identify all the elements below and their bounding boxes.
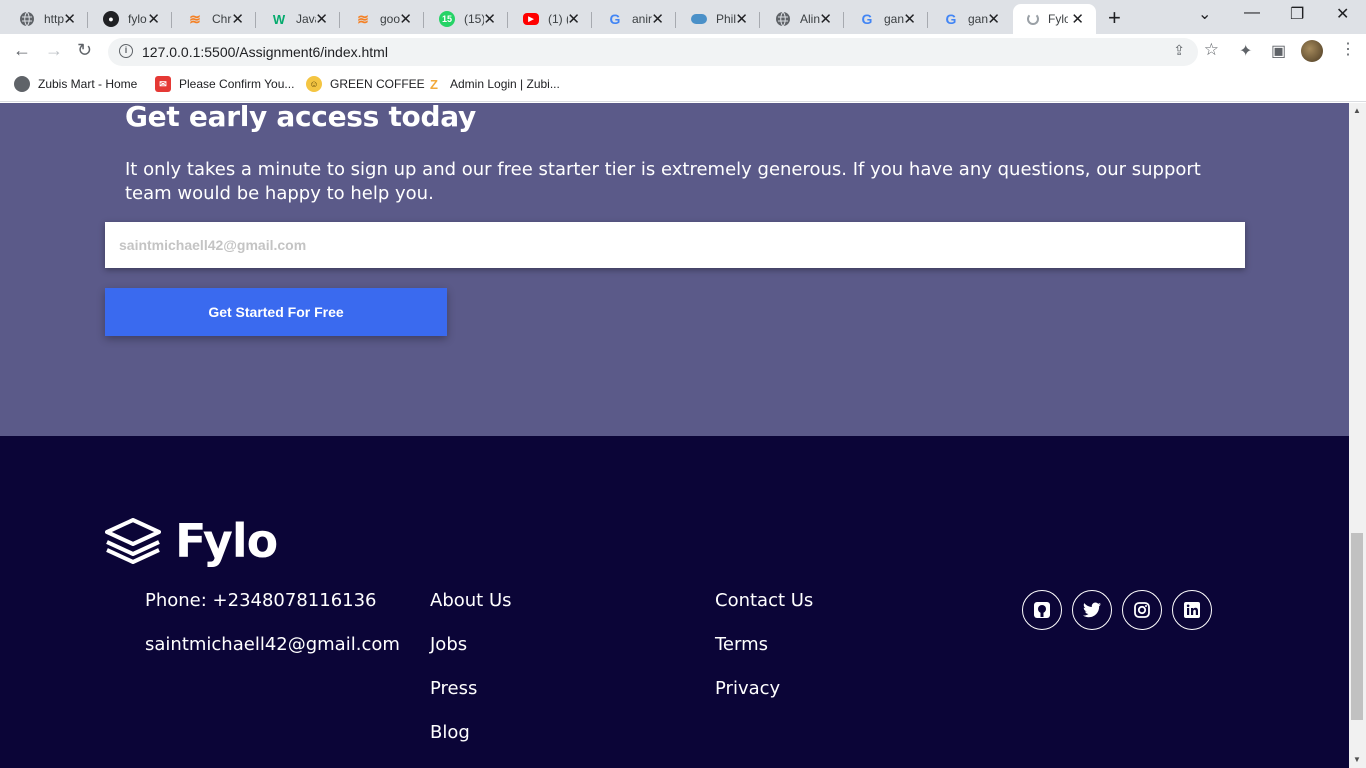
section-heading: Get early access today [125, 103, 476, 133]
url-text: 127.0.0.1:5500/Assignment6/index.html [142, 44, 388, 60]
google-icon: G [945, 11, 957, 27]
tab-strip: http✕ ● fylo✕ ≋ Chr✕ W Java✕ ≋ goo✕ 15 (… [0, 0, 1366, 34]
browser-tab[interactable]: Alin ✕ [761, 4, 844, 34]
google-icon: G [861, 11, 873, 27]
globe-icon [19, 11, 35, 27]
browser-tab-active[interactable]: Fylo ✕ [1013, 4, 1096, 34]
stackoverflow-icon: ≋ [189, 10, 201, 27]
close-tab-icon[interactable]: ✕ [735, 10, 748, 28]
close-tab-icon[interactable]: ✕ [399, 10, 412, 28]
fylo-logo-icon [105, 518, 161, 564]
close-tab-icon[interactable]: ✕ [231, 10, 244, 28]
restore-icon[interactable]: ❐ [1290, 4, 1304, 24]
footer-link-contact[interactable]: Contact Us [715, 590, 813, 611]
instagram-icon[interactable] [1122, 590, 1162, 630]
close-tab-icon[interactable]: ✕ [651, 10, 664, 28]
get-started-button[interactable]: Get Started For Free [105, 288, 447, 336]
brand-name: Fylo [175, 514, 278, 568]
fylo-logo[interactable]: Fylo [105, 514, 278, 568]
back-icon[interactable]: ← [13, 40, 31, 61]
footer-link-blog[interactable]: Blog [430, 722, 470, 743]
scrollbar-thumb[interactable] [1351, 533, 1363, 720]
footer-link-terms[interactable]: Terms [715, 634, 768, 655]
browser-tab[interactable]: ≋ goo ✕ [341, 4, 424, 34]
browser-menu-icon[interactable]: ⋮ [1340, 39, 1356, 59]
browser-tab[interactable]: G anir ✕ [593, 4, 676, 34]
close-tab-icon[interactable]: ✕ [987, 10, 1000, 28]
side-panel-icon[interactable]: ▣ [1271, 41, 1286, 61]
github-icon[interactable] [1022, 590, 1062, 630]
smiley-icon: ☺ [306, 76, 322, 92]
cloud-icon [691, 14, 707, 24]
close-tab-icon[interactable]: ✕ [567, 10, 580, 28]
browser-tab[interactable]: Phil ✕ [677, 4, 760, 34]
bookmark-item[interactable]: Z Admin Login | Zubi... [426, 76, 560, 92]
close-tab-icon[interactable]: ✕ [483, 10, 496, 28]
github-icon: ● [103, 11, 119, 27]
close-tab-icon[interactable]: ✕ [903, 10, 916, 28]
globe-icon [775, 11, 791, 27]
forward-icon[interactable]: → [45, 40, 63, 61]
close-tab-icon[interactable]: ✕ [315, 10, 328, 28]
bookmarks-bar: Zubis Mart - Home ✉ Please Confirm You..… [0, 70, 1366, 102]
close-tab-icon[interactable]: ✕ [63, 10, 76, 28]
section-description: It only takes a minute to sign up and ou… [125, 159, 1201, 204]
footer-link-about[interactable]: About Us [430, 590, 512, 611]
bookmark-item[interactable]: ✉ Please Confirm You... [155, 76, 294, 92]
browser-tab[interactable]: ● fylo ✕ [89, 4, 172, 34]
w3schools-icon: W [272, 11, 286, 27]
bookmark-star-icon[interactable]: ☆ [1204, 40, 1219, 60]
browser-toolbar: ← → ↻ i 127.0.0.1:5500/Assignment6/index… [0, 34, 1366, 70]
tab-search-icon[interactable]: ⌄ [1198, 4, 1211, 24]
extensions-icon[interactable]: ✦ [1239, 41, 1252, 61]
close-window-icon[interactable]: ✕ [1336, 4, 1349, 24]
twitter-icon[interactable] [1072, 590, 1112, 630]
close-tab-icon[interactable]: ✕ [819, 10, 832, 28]
browser-tab[interactable]: G gan ✕ [929, 4, 1012, 34]
phone-text: Phone: +2348078116136 [145, 590, 377, 611]
site-info-icon[interactable]: i [119, 44, 133, 58]
bookmark-item[interactable]: ☺ GREEN COFFEE [306, 76, 425, 92]
reload-icon[interactable]: ↻ [77, 40, 92, 61]
browser-tab[interactable]: G gan ✕ [845, 4, 928, 34]
close-tab-icon[interactable]: ✕ [147, 10, 160, 28]
browser-tab[interactable]: 15 (15) ✕ [425, 4, 508, 34]
page-viewport: Get early access today It only takes a m… [0, 103, 1349, 768]
whatsapp-icon: 15 [439, 11, 455, 27]
early-access-section: Get early access today It only takes a m… [0, 103, 1349, 436]
youtube-icon: ▶ [523, 13, 539, 25]
address-bar[interactable]: i 127.0.0.1:5500/Assignment6/index.html … [108, 38, 1219, 66]
email-input[interactable] [105, 222, 1245, 268]
page-scrollbar[interactable]: ▲ ▼ [1349, 103, 1366, 768]
site-footer: Fylo Phone: +2348078116136 saintmichaell… [0, 436, 1349, 768]
linkedin-icon[interactable] [1172, 590, 1212, 630]
loading-icon [1027, 13, 1039, 25]
bookmark-item[interactable]: Zubis Mart - Home [14, 76, 137, 92]
globe-icon [14, 76, 30, 92]
mail-icon: ✉ [155, 76, 171, 92]
share-icon[interactable]: ⇪ [1173, 42, 1185, 59]
scroll-up-icon[interactable]: ▲ [1353, 106, 1361, 115]
scroll-down-icon[interactable]: ▼ [1353, 755, 1361, 764]
email-text: saintmichaell42@gmail.com [145, 634, 400, 655]
zubis-icon: Z [430, 76, 438, 92]
browser-tab[interactable]: ▶ (1) (✕ [509, 4, 592, 34]
footer-link-jobs[interactable]: Jobs [430, 634, 467, 655]
browser-tab[interactable]: http ✕ [5, 4, 88, 34]
close-tab-icon[interactable]: ✕ [1071, 10, 1084, 28]
stackoverflow-icon: ≋ [357, 10, 369, 27]
footer-link-press[interactable]: Press [430, 678, 477, 699]
profile-avatar[interactable] [1301, 40, 1323, 62]
browser-tab[interactable]: ≋ Chr ✕ [173, 4, 256, 34]
google-icon: G [609, 11, 621, 27]
new-tab-icon[interactable]: + [1108, 5, 1121, 31]
minimize-icon[interactable]: — [1244, 4, 1260, 22]
browser-tab[interactable]: W Java✕ [257, 4, 340, 34]
footer-link-privacy[interactable]: Privacy [715, 678, 780, 699]
